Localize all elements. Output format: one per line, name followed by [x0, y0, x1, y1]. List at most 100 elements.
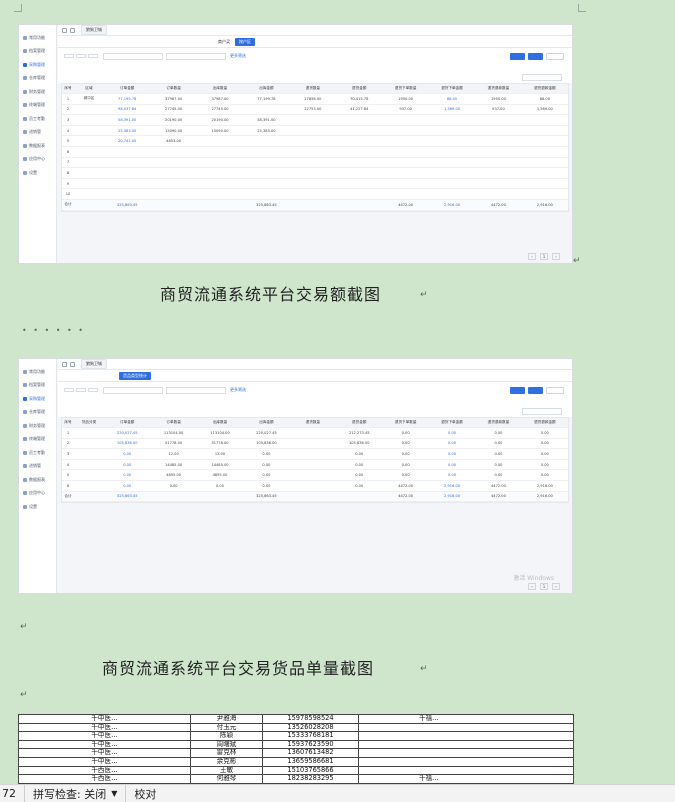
period-option[interactable]	[64, 54, 74, 58]
page-indicator[interactable]: 72	[0, 785, 24, 802]
table-row[interactable]: 6	[62, 147, 568, 158]
report-tab[interactable]	[152, 375, 170, 377]
sidebar-item[interactable]: 档案管理	[19, 45, 56, 59]
home-icon[interactable]	[62, 361, 67, 367]
refresh-icon[interactable]	[70, 27, 75, 33]
page-next-button[interactable]: ›	[552, 583, 560, 590]
period-option[interactable]	[76, 54, 86, 58]
report-tab[interactable]	[100, 41, 118, 43]
refresh-icon[interactable]	[70, 361, 75, 367]
report-tab[interactable]	[228, 375, 246, 377]
sidebar-item[interactable]: 设置	[19, 166, 56, 180]
table-row[interactable]: 5 20,742.00 4853.00	[62, 136, 568, 147]
report-tab[interactable]	[100, 375, 118, 377]
export-button[interactable]	[546, 386, 564, 394]
sidebar-item[interactable]: 财务管理	[19, 419, 56, 433]
sidebar-item[interactable]: 常用功能	[19, 365, 56, 379]
sidebar-item[interactable]: 员工考勤	[19, 446, 56, 460]
sidebar-item[interactable]: 常用功能	[19, 31, 56, 45]
report-tab[interactable]	[62, 375, 80, 377]
sidebar-item[interactable]: 财务管理	[19, 85, 56, 99]
table-row[interactable]: 1 220,027.45 113104.00 113104.00 220,027.45 2…	[62, 428, 568, 439]
report-tab[interactable]	[209, 375, 227, 377]
sidebar-item[interactable]: 仓库管理	[19, 72, 56, 86]
sidebar-item[interactable]: 进销管	[19, 126, 56, 140]
table-row[interactable]: 2 98,037.84 27745.00 27745.00 22753.00 41,227…	[62, 105, 568, 116]
page-prev-button[interactable]: ‹	[528, 583, 536, 590]
window-title-tab[interactable]: 狼狗卫城	[81, 359, 107, 369]
table-row[interactable]: 2 105,836.00 51778.00 51778.00 105,836.00 105…	[62, 439, 568, 450]
report-tab[interactable]	[62, 41, 80, 43]
report-tab[interactable]	[275, 41, 293, 43]
more-filter-link[interactable]: 更多筛选	[230, 387, 246, 393]
report-tab[interactable]	[247, 375, 265, 377]
report-tab[interactable]	[81, 41, 99, 43]
sidebar-item[interactable]: 终端管理	[19, 433, 56, 447]
sidebar-item[interactable]: 档案管理	[19, 379, 56, 393]
report-tab[interactable]	[323, 375, 341, 377]
report-tab[interactable]: 按户区	[235, 37, 255, 46]
sidebar-item[interactable]: 采购管理	[19, 58, 56, 72]
report-tab[interactable]	[138, 41, 156, 43]
report-tab[interactable]	[313, 41, 331, 43]
window-title-tab[interactable]: 狼狗卫城	[81, 25, 107, 35]
spell-check-toggle[interactable]: 拼写检查: 关闭 ▼	[25, 785, 125, 802]
sidebar-item[interactable]: 数据报表	[19, 473, 56, 487]
sidebar-item[interactable]: 终端管理	[19, 99, 56, 113]
sidebar-item[interactable]: 进销管	[19, 460, 56, 474]
search-button[interactable]	[510, 52, 525, 60]
report-tab[interactable]	[294, 41, 312, 43]
report-tab[interactable]: 商户买	[214, 38, 234, 46]
sidebar-item[interactable]: 采购管理	[19, 392, 56, 406]
table-row[interactable]: 8	[62, 168, 568, 179]
report-tab[interactable]	[81, 375, 99, 377]
column-select[interactable]	[522, 74, 562, 81]
reset-button[interactable]	[528, 52, 543, 60]
table-row[interactable]: 9	[62, 179, 568, 190]
proofread-button[interactable]: 校对	[126, 785, 164, 802]
period-option[interactable]	[88, 54, 98, 58]
table-row[interactable]: 7	[62, 158, 568, 169]
table-row[interactable]: 3 0.00 12.00 12.00 0.00 0.00 0.00 0.00 0.00 0.00	[62, 449, 568, 460]
report-tab[interactable]	[190, 375, 208, 377]
table-row[interactable]: 4 25,383.00 15090.00 15090.00 25,383.00	[62, 126, 568, 137]
table-row[interactable]: 5 0.00 4895.00 4895.00 0.00 0.00 0.00 0.00 0.00 0…	[62, 470, 568, 481]
search-button[interactable]	[510, 386, 525, 394]
period-option[interactable]	[76, 388, 86, 392]
date-input[interactable]	[166, 52, 226, 60]
report-tab[interactable]	[266, 375, 284, 377]
report-tab[interactable]	[171, 375, 189, 377]
report-tab[interactable]	[332, 41, 350, 43]
sidebar-item[interactable]: 应用中心	[19, 153, 56, 167]
report-tab[interactable]	[176, 41, 194, 43]
date-input[interactable]	[103, 386, 163, 394]
table-row[interactable]: 10	[62, 189, 568, 200]
page-next-button[interactable]: ›	[552, 253, 560, 260]
home-icon[interactable]	[62, 27, 67, 33]
table-row[interactable]: 3 58,391.00 20190.00 20190.00 58,391.00	[62, 115, 568, 126]
period-option[interactable]	[88, 388, 98, 392]
report-tab[interactable]	[195, 41, 213, 43]
report-tab[interactable]	[304, 375, 322, 377]
sidebar-item[interactable]: 员工考勤	[19, 112, 56, 126]
table-row[interactable]: 1 城中区 77,199.78 37987.00 37987.00 77,199.78 27…	[62, 94, 568, 105]
report-tab[interactable]	[256, 41, 274, 43]
date-input[interactable]	[103, 52, 163, 60]
period-option[interactable]	[64, 388, 74, 392]
report-tab[interactable]	[157, 41, 175, 43]
more-filter-link[interactable]: 更多筛选	[230, 53, 246, 59]
page-number[interactable]: 1	[540, 253, 548, 260]
table-total-row[interactable]: 合计 325,863.45 325,863.45 4472.00 2,916.00 447…	[62, 199, 568, 211]
sidebar-item[interactable]: 应用中心	[19, 487, 56, 501]
report-tab[interactable]	[119, 41, 137, 43]
column-select[interactable]	[522, 408, 562, 415]
reset-button[interactable]	[528, 386, 543, 394]
export-button[interactable]	[546, 52, 564, 60]
report-tab[interactable]	[285, 375, 303, 377]
table-row[interactable]: 4 0.00 14485.00 14485.00 0.00 0.00 0.00 0.00 0.0…	[62, 460, 568, 471]
sidebar-item[interactable]: 仓库管理	[19, 406, 56, 420]
table-row[interactable]: 6 0.00 0.00 0.00 0.00 0.00 4472.00 2,916.00 4472…	[62, 481, 568, 492]
sidebar-item[interactable]: 设置	[19, 500, 56, 514]
page-number[interactable]: 1	[540, 583, 548, 590]
table-total-row[interactable]: 合计 325,863.45 325,863.45 4472.00 2,916.00 447…	[62, 491, 568, 503]
